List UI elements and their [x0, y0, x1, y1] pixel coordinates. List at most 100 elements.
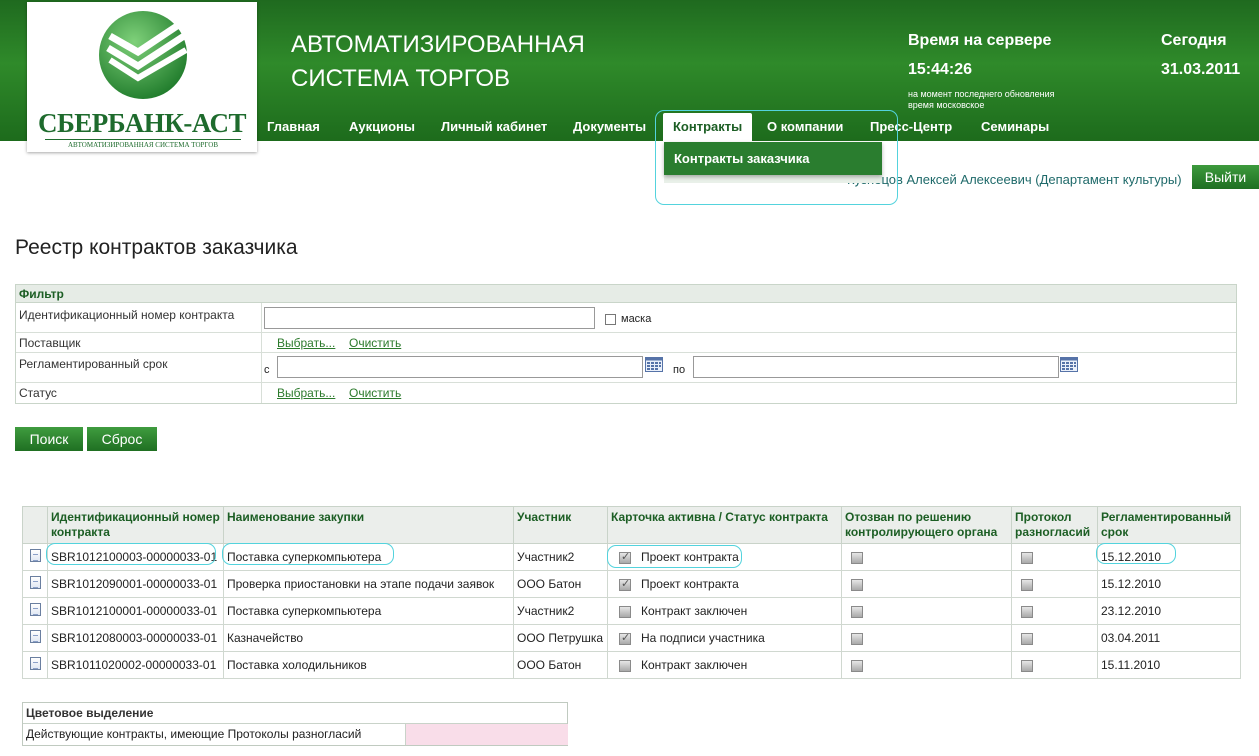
filter-divider — [261, 333, 262, 352]
cell-purchase-name: Казначейство — [223, 624, 514, 652]
dropdown-shadow — [664, 175, 882, 183]
deadline-to-input[interactable] — [693, 356, 1059, 378]
nav-item-home[interactable]: Главная — [267, 113, 320, 141]
cell-revoked — [841, 651, 1012, 679]
cell-contract-id[interactable]: SBR1012080003-00000033-01 — [47, 624, 224, 652]
cell-deadline: 15.12.2010 — [1097, 543, 1241, 571]
table-row[interactable]: SBR1011020002-00000033-01 Поставка холод… — [22, 651, 1241, 679]
cell-purchase-name: Проверка приостановки на этапе подачи за… — [223, 570, 514, 598]
row-doc-cell — [22, 624, 48, 652]
nav-item-seminars[interactable]: Семинары — [981, 113, 1049, 141]
nav-item-auctions[interactable]: Аукционы — [349, 113, 415, 141]
revoked-checkbox — [851, 659, 863, 672]
status-clear-link[interactable]: Очистить — [349, 386, 401, 400]
dropdown-item-customer-contracts[interactable]: Контракты заказчика — [664, 142, 882, 175]
cell-card-status: На подписи участника — [607, 624, 842, 652]
revoked-checkbox — [851, 605, 863, 618]
server-time: 15:44:26 — [908, 61, 973, 78]
deadline-label: Регламентированный срок — [19, 357, 168, 371]
protocol-checkbox — [1021, 551, 1033, 564]
legend-row-label: Действующие контракты, имеющие Протоколы… — [26, 727, 362, 741]
cell-deadline: 15.11.2010 — [1097, 651, 1241, 679]
header-deadline[interactable]: Регламентированный срок — [1097, 506, 1241, 544]
supplier-select-link[interactable]: Выбрать... — [277, 336, 335, 350]
cell-protocol — [1011, 570, 1098, 598]
cell-protocol — [1011, 651, 1098, 679]
user-name: Кузнецов Алексей Алексеевич (Департамент… — [847, 172, 1182, 187]
cell-contract-id[interactable]: SBR1011020002-00000033-01 — [47, 651, 224, 679]
cell-contract-id[interactable]: SBR1012100003-00000033-01 — [47, 543, 224, 571]
cell-participant: ООО Батон — [513, 651, 608, 679]
server-note-line2: время московское — [908, 100, 985, 110]
cell-contract-id[interactable]: SBR1012100001-00000033-01 — [47, 597, 224, 625]
header-revoked[interactable]: Отозван по решению контролирующего орган… — [841, 506, 1012, 544]
header-purchase-name[interactable]: Наименование закупки — [223, 506, 514, 544]
cell-protocol — [1011, 543, 1098, 571]
logout-button[interactable]: Выйти — [1192, 165, 1259, 189]
table-header-row: Идентификационный номер контракта Наимен… — [22, 506, 1241, 544]
status-label: Статус — [19, 386, 57, 400]
row-doc-cell — [22, 651, 48, 679]
card-active-checkbox — [619, 631, 631, 645]
nav-item-documents[interactable]: Документы — [573, 113, 646, 141]
table-row[interactable]: SBR1012100003-00000033-01 Поставка супер… — [22, 543, 1241, 571]
header-participant[interactable]: Участник — [513, 506, 608, 544]
sberbank-ast-logo[interactable]: СБЕРБАНК-АСТ АВТОМАТИЗИРОВАННАЯ СИСТЕМА … — [27, 2, 257, 152]
reset-button[interactable]: Сброс — [87, 427, 157, 451]
header-bar: СБЕРБАНК-АСТ АВТОМАТИЗИРОВАННАЯ СИСТЕМА … — [0, 0, 1259, 152]
header-contract-id[interactable]: Идентификационный номер контракта — [47, 506, 224, 544]
document-icon[interactable] — [29, 657, 41, 670]
table-row[interactable]: SBR1012090001-00000033-01 Проверка приос… — [22, 570, 1241, 598]
status-text: Контракт заключен — [641, 658, 748, 672]
status-text: Проект контракта — [641, 577, 739, 591]
color-legend: Цветовое выделение Действующие контракты… — [22, 702, 568, 746]
cell-participant: ООО Петрушка — [513, 624, 608, 652]
row-doc-cell — [22, 597, 48, 625]
card-active-checkbox — [619, 577, 631, 591]
nav-item-cabinet[interactable]: Личный кабинет — [441, 113, 547, 141]
supplier-label: Поставщик — [19, 336, 81, 350]
cell-revoked — [841, 597, 1012, 625]
header-icon-col — [22, 506, 48, 544]
legend-row: Действующие контракты, имеющие Протоколы… — [23, 724, 568, 745]
filter-row-supplier: Поставщик Выбрать... Очистить — [16, 333, 1236, 353]
nav-item-contracts[interactable]: Контракты — [663, 113, 753, 141]
filter-divider — [261, 353, 262, 382]
table-row[interactable]: SBR1012080003-00000033-01 Казначейство О… — [22, 624, 1241, 652]
filter-row-contract-id: Идентификационный номер контракта маска — [16, 303, 1236, 333]
document-icon[interactable] — [29, 576, 41, 589]
cell-purchase-name: Поставка суперкомпьютера — [223, 543, 514, 571]
server-note-line1: на момент последнего обновления — [908, 89, 1055, 99]
document-icon[interactable] — [29, 603, 41, 616]
to-label: по — [673, 364, 686, 376]
search-button[interactable]: Поиск — [15, 427, 83, 451]
document-icon[interactable] — [29, 630, 41, 643]
nav-item-about[interactable]: О компании — [767, 113, 843, 141]
calendar-icon[interactable] — [645, 357, 663, 372]
header-protocol[interactable]: Протокол разногласий — [1011, 506, 1098, 544]
nav-item-press[interactable]: Пресс-Центр — [870, 113, 952, 141]
revoked-checkbox — [851, 551, 863, 564]
cell-protocol — [1011, 624, 1098, 652]
cell-contract-id[interactable]: SBR1012090001-00000033-01 — [47, 570, 224, 598]
header-card-status[interactable]: Карточка активна / Статус контракта — [607, 506, 842, 544]
filter-panel: Фильтр Идентификационный номер контракта… — [15, 284, 1237, 404]
contract-id-label: Идентификационный номер контракта — [19, 308, 235, 322]
document-icon[interactable] — [29, 549, 41, 562]
filter-divider — [261, 303, 262, 332]
revoked-checkbox — [851, 632, 863, 645]
protocol-checkbox — [1021, 605, 1033, 618]
filter-title: Фильтр — [16, 285, 1236, 303]
status-select-link[interactable]: Выбрать... — [277, 386, 335, 400]
cell-deadline: 23.12.2010 — [1097, 597, 1241, 625]
legend-title: Цветовое выделение — [23, 703, 567, 724]
row-doc-cell — [22, 543, 48, 571]
calendar-icon[interactable] — [1060, 357, 1078, 372]
deadline-from-input[interactable] — [277, 356, 643, 378]
supplier-clear-link[interactable]: Очистить — [349, 336, 401, 350]
mask-checkbox[interactable] — [605, 314, 616, 325]
server-time-label: Время на сервере — [908, 32, 1052, 49]
table-row[interactable]: SBR1012100001-00000033-01 Поставка супер… — [22, 597, 1241, 625]
contract-id-input[interactable] — [264, 307, 595, 329]
cell-purchase-name: Поставка холодильников — [223, 651, 514, 679]
